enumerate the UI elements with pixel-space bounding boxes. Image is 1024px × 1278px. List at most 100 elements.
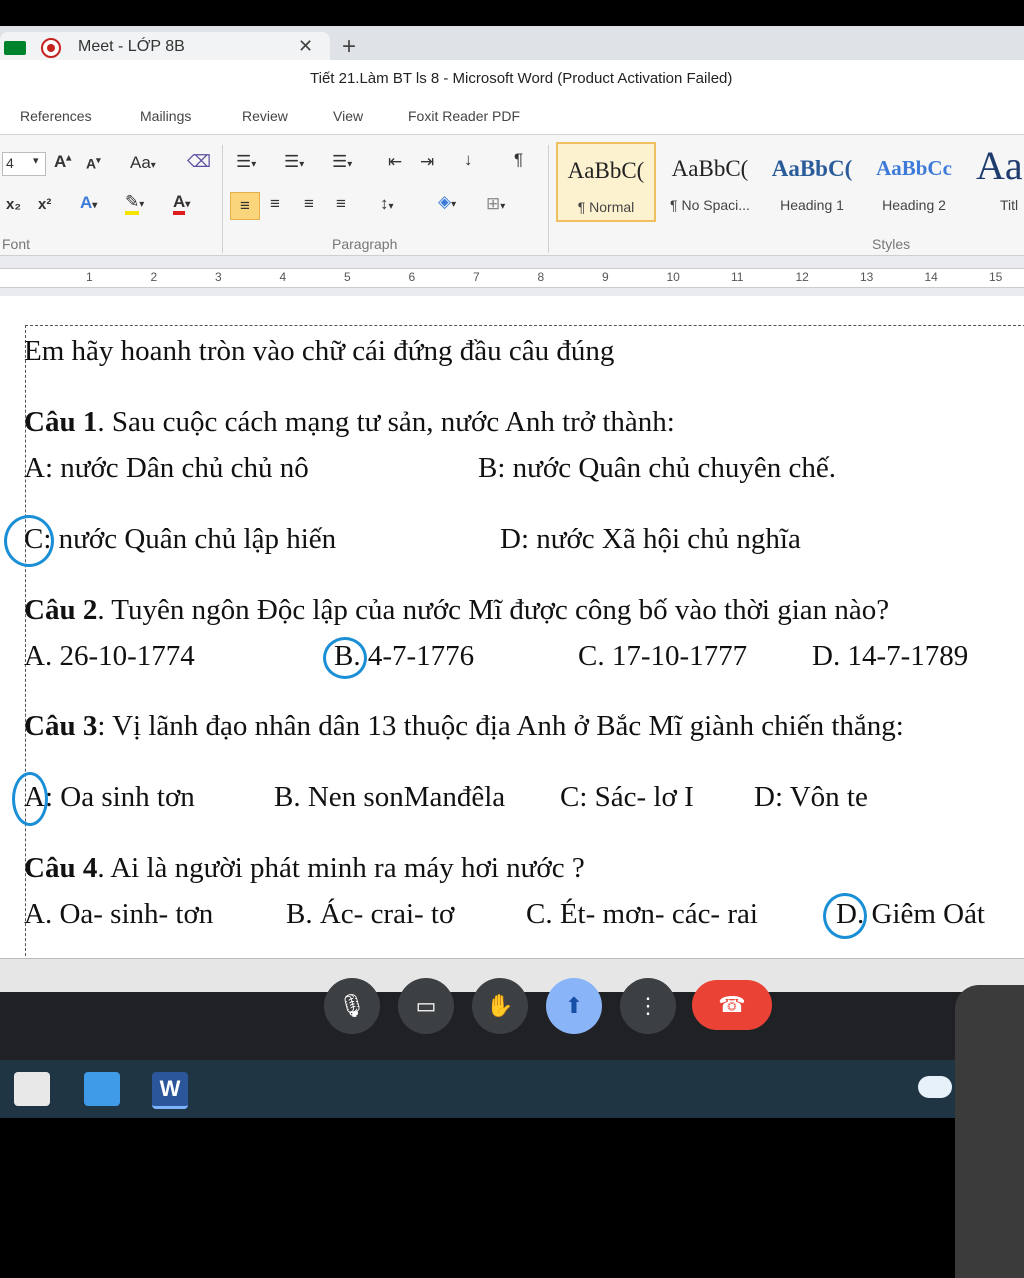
close-tab-icon[interactable]: ✕ bbox=[298, 36, 313, 57]
increase-indent-icon[interactable]: ⇥ bbox=[420, 152, 434, 172]
numbering-icon[interactable]: ☰▾ bbox=[284, 152, 304, 172]
sort-icon[interactable]: ↓ bbox=[464, 150, 473, 170]
group-label-font: Font bbox=[2, 236, 31, 252]
question-text: : Vị lãnh đạo nhân dân 13 thuộc địa Anh … bbox=[97, 710, 904, 742]
q3-option-b: B. Nen sonManđêla bbox=[274, 781, 506, 813]
question-label: Câu 1 bbox=[24, 406, 98, 438]
chevron-down-icon: ▾ bbox=[33, 155, 39, 167]
q2-option-d: D. 14-7-1789 bbox=[812, 640, 969, 672]
ruler-number: 4 bbox=[279, 270, 287, 284]
answer-circle-q3 bbox=[12, 772, 48, 826]
grow-font-label: A bbox=[54, 152, 67, 171]
style-no-spacing[interactable]: AaBbC( ¶ No Spaci... bbox=[660, 142, 760, 222]
question-2: Câu 2. Tuyên ngôn Độc lập của nước Mĩ đư… bbox=[24, 594, 889, 627]
q1-option-a: A: nước Dân chủ chủ nô bbox=[24, 452, 309, 484]
question-1: Câu 1. Sau cuộc cách mạng tư sản, nước A… bbox=[24, 406, 675, 439]
new-tab-button[interactable]: + bbox=[342, 33, 356, 61]
borders-icon[interactable]: ⊞▾ bbox=[486, 194, 505, 214]
shrink-font-label: A bbox=[86, 155, 97, 172]
group-label-styles: Styles bbox=[872, 236, 911, 252]
style-sample: AaBbCc bbox=[876, 156, 952, 180]
style-name: ¶ No Spaci... bbox=[670, 197, 750, 213]
subscript-button[interactable]: x₂ bbox=[6, 196, 21, 213]
recording-icon bbox=[41, 38, 61, 58]
tab-foxit-reader-pdf[interactable]: Foxit Reader PDF bbox=[408, 108, 520, 124]
style-heading-1[interactable]: AaBbC( Heading 1 bbox=[762, 142, 862, 222]
group-label-paragraph: Paragraph bbox=[332, 236, 398, 252]
word-app-icon[interactable]: W bbox=[152, 1072, 188, 1109]
q1-option-d: D: nước Xã hội chủ nghĩa bbox=[500, 523, 801, 555]
style-name: Heading 2 bbox=[882, 197, 946, 213]
style-title[interactable]: Aa Titl bbox=[966, 142, 1024, 222]
ruler-number: 3 bbox=[215, 270, 222, 284]
mail-icon[interactable] bbox=[84, 1072, 120, 1106]
highlight-icon[interactable]: ✎▾ bbox=[125, 192, 144, 215]
q4-option-c: C. Ét- mơn- các- rai bbox=[526, 898, 758, 930]
show-formatting-icon[interactable]: ¶ bbox=[514, 150, 523, 170]
font-color-icon[interactable]: A▾ bbox=[173, 192, 190, 215]
window-title: Tiết 21.Làm BT ls 8 - Microsoft Word (Pr… bbox=[310, 70, 733, 87]
ruler-number: 9 bbox=[602, 270, 609, 284]
tab-view[interactable]: View bbox=[333, 108, 363, 124]
grow-font-button[interactable]: A▴ bbox=[54, 152, 71, 172]
line-spacing-icon[interactable]: ↕▾ bbox=[380, 194, 394, 214]
change-case-label: Aa bbox=[130, 153, 151, 172]
clear-formatting-icon[interactable]: ⌫ bbox=[187, 152, 211, 172]
style-normal[interactable]: AaBbC( ¶ Normal bbox=[556, 142, 656, 222]
ruler-number: 13 bbox=[860, 270, 874, 284]
style-sample: AaBbC( bbox=[567, 158, 645, 183]
superscript-button[interactable]: x² bbox=[38, 196, 51, 213]
font-size-box[interactable]: 4 ▾ bbox=[2, 152, 46, 176]
q4-option-a: A. Oa- sinh- tơn bbox=[24, 898, 214, 930]
raise-hand-icon[interactable]: ✋ bbox=[472, 978, 528, 1034]
q3-option-d: D: Vôn te bbox=[754, 781, 868, 813]
question-label: Câu 3 bbox=[24, 710, 98, 742]
font-size-value: 4 bbox=[6, 155, 14, 171]
decrease-indent-icon[interactable]: ⇤ bbox=[388, 152, 402, 172]
shrink-font-button[interactable]: A▾ bbox=[86, 155, 101, 172]
more-options-icon[interactable]: ⋮ bbox=[620, 978, 676, 1034]
present-screen-icon[interactable]: ⬆ bbox=[546, 978, 602, 1034]
tab-references[interactable]: References bbox=[20, 108, 92, 124]
tab-mailings[interactable]: Mailings bbox=[140, 108, 191, 124]
end-call-icon[interactable]: ☎ bbox=[692, 980, 772, 1030]
style-heading-2[interactable]: AaBbCc Heading 2 bbox=[864, 142, 964, 222]
q3-option-a: A: Oa sinh tơn bbox=[24, 781, 195, 813]
store-icon[interactable] bbox=[14, 1072, 50, 1106]
style-name: Titl bbox=[1000, 197, 1019, 213]
align-left-button[interactable]: ≡ bbox=[230, 192, 260, 220]
question-text: . Ai là người phát minh ra máy hơi nước … bbox=[97, 852, 585, 884]
ruler-number: 7 bbox=[473, 270, 480, 284]
ruler-number: 10 bbox=[666, 270, 680, 284]
answer-circle-q2 bbox=[323, 637, 367, 679]
change-case-button[interactable]: Aa▾ bbox=[130, 153, 156, 173]
style-name: Heading 1 bbox=[780, 197, 844, 213]
ruler-number: 2 bbox=[150, 270, 158, 284]
align-center-button[interactable]: ≡ bbox=[270, 194, 280, 214]
align-right-button[interactable]: ≡ bbox=[304, 194, 314, 214]
ruler-number: 11 bbox=[731, 270, 744, 284]
ruler-number: 12 bbox=[795, 270, 809, 284]
ruler-number: 1 bbox=[86, 270, 93, 284]
style-sample: AaBbC( bbox=[771, 156, 853, 181]
style-sample: Aa bbox=[976, 143, 1023, 188]
text-effects-icon[interactable]: A▾ bbox=[80, 193, 97, 213]
question-3: Câu 3: Vị lãnh đạo nhân dân 13 thuộc địa… bbox=[24, 710, 904, 743]
bullets-icon[interactable]: ☰▾ bbox=[236, 152, 256, 172]
q4-option-b: B. Ác- crai- tơ bbox=[286, 898, 455, 930]
ruler-number: 15 bbox=[989, 270, 1003, 284]
shading-icon[interactable]: ◈▾ bbox=[438, 192, 456, 212]
multilevel-list-icon[interactable]: ☰▾ bbox=[332, 152, 352, 172]
instruction-text: Em hãy hoanh tròn vào chữ cái đứng đầu c… bbox=[24, 335, 615, 367]
ruler-number: 14 bbox=[924, 270, 938, 284]
camera-icon[interactable]: ▭ bbox=[398, 978, 454, 1034]
side-panel bbox=[955, 985, 1024, 1278]
style-name: ¶ Normal bbox=[577, 199, 635, 215]
cloud-icon[interactable] bbox=[918, 1076, 952, 1098]
tab-review[interactable]: Review bbox=[242, 108, 288, 124]
q2-option-c: C. 17-10-1777 bbox=[578, 640, 748, 672]
microphone-icon[interactable]: 🎙 bbox=[324, 978, 380, 1034]
justify-button[interactable]: ≡ bbox=[336, 194, 346, 214]
q2-option-a: A. 26-10-1774 bbox=[24, 640, 195, 672]
style-sample: AaBbC( bbox=[671, 156, 749, 181]
